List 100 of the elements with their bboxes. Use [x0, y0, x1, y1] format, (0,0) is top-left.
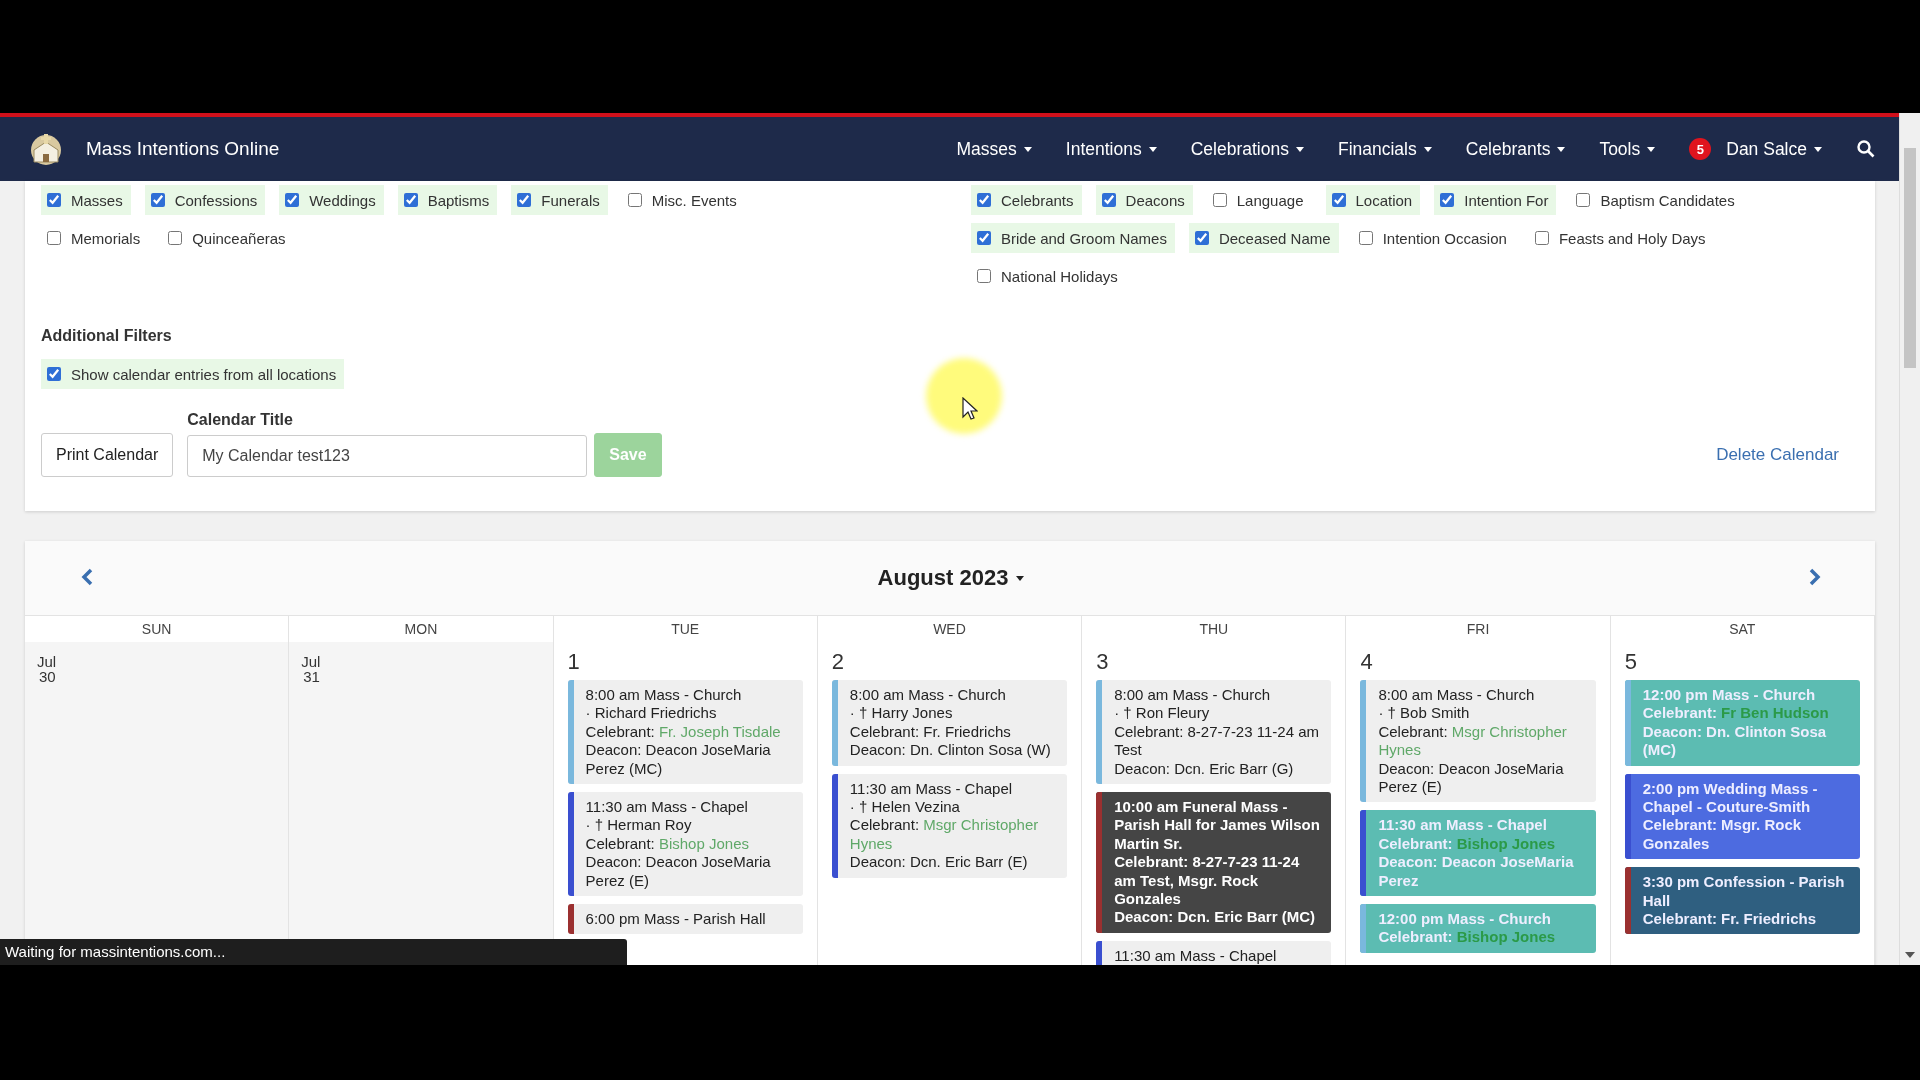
event-line: · † Herman Roy: [585, 816, 693, 835]
event-line: · † Ron Fleury: [1114, 704, 1211, 723]
checkbox[interactable]: [168, 231, 183, 245]
event-line: Celebrant: Fr. Joseph Tisdale: [585, 722, 782, 742]
checkbox-label: Deceased Name: [1218, 229, 1331, 247]
event-line: Celebrant: Fr. Friedrichs: [849, 722, 1012, 742]
checkbox[interactable]: [977, 193, 991, 207]
checkbox[interactable]: [977, 231, 991, 245]
checkbox[interactable]: [47, 231, 61, 245]
nav-menu[interactable]: Masses: [939, 129, 1049, 169]
calendar-event[interactable]: 11:30 am Mass - Chapel · † Helen Vezina Celebrant: Msgr Christopher Hynes Deacon: Dcn. Eric Barr (E): [831, 773, 1068, 878]
event-line: Celebrant: Fr. Friedrichs: [1642, 910, 1818, 929]
delete-link[interactable]: Delete Calendar: [1716, 445, 1839, 465]
calendar-event[interactable]: 8:00 am Mass - Church · Richard Friedrichs Celebrant: Fr. Joseph Tisdale Deacon: Deacon JoseMaria Perez (MC): [567, 680, 803, 785]
checkbox[interactable]: [1194, 231, 1209, 245]
caret-icon: [1814, 146, 1822, 152]
nav-menu[interactable]: Financials: [1320, 129, 1449, 169]
caret-icon: [1023, 146, 1032, 152]
notification-badge: 5: [1689, 138, 1712, 160]
checkbox[interactable]: [150, 193, 165, 207]
month-label: Jul: [37, 654, 57, 669]
nav-menu[interactable]: Tools: [1582, 129, 1673, 169]
checkbox-label: Language: [1236, 191, 1304, 209]
event-line: 11:30 am Mass - Chapel: [1114, 946, 1277, 965]
status-bar: Waiting for massintentions.com...: [0, 939, 627, 965]
calendar-event[interactable]: 8:00 am Mass - Church · † Bob Smith Celebrant: Msgr Christopher Hynes Deacon: Deacon JoseMaria Perez (E): [1360, 680, 1596, 803]
event-line: 11:30 am Mass - Chapel: [849, 779, 1014, 799]
scroll-down-arrow-icon[interactable]: [1905, 951, 1915, 959]
checkbox-label: Weddings: [309, 191, 376, 209]
calendar-event[interactable]: 6:00 pm Mass - Parish Hall: [567, 904, 803, 935]
event-line: 8:00 am Mass - Church: [1114, 686, 1272, 705]
checkbox[interactable]: [1101, 193, 1116, 207]
calendar-event[interactable]: 2:00 pm Wedding Mass - Chapel - Couture-Smith Celebrant: Msgr. Rock Gonzales: [1624, 773, 1860, 860]
day-number: 1: [567, 652, 580, 672]
user-menu[interactable]: 5 Dan Salce: [1672, 129, 1839, 169]
event-line: Celebrant: 8-27-7-23 11-24 am Test: [1114, 722, 1320, 760]
checkbox-label: Intention For: [1464, 191, 1549, 209]
day-number: 4: [1360, 652, 1373, 672]
weekday-header: TUE: [553, 615, 818, 642]
weekday-header: WED: [817, 615, 1083, 642]
day-number: 5: [1624, 652, 1637, 672]
event-line: Deacon: Deacon JoseMaria Perez (MC): [585, 741, 772, 779]
checkbox-label: Deacons: [1125, 191, 1185, 209]
calendar-title-field[interactable]: My Calendar test123: [187, 435, 588, 477]
checkbox[interactable]: [1331, 193, 1346, 207]
calendar-event[interactable]: 10:00 am Funeral Mass - Parish Hall for James Wilson Martin Sr. Celebrant: 8-27-7-23 11-24 am Test, Msgr. Rock Gonzales Deacon: Dcn. Eric Barr (MC): [1096, 792, 1332, 933]
event-line: 2:00 pm Wedding Mass - Chapel - Couture-Smith: [1642, 779, 1819, 817]
weekday-header: THU: [1082, 615, 1347, 642]
day-number: 31: [302, 669, 320, 684]
event-line: 8:00 am Mass - Church: [849, 686, 1007, 705]
brand-title[interactable]: Mass Intentions Online: [86, 138, 940, 160]
checkbox[interactable]: [1576, 193, 1591, 207]
scrollbar-thumb[interactable]: [1904, 148, 1916, 368]
calendar-event[interactable]: 8:00 am Mass - Church · † Ron Fleury Celebrant: 8-27-7-23 11-24 am Test Deacon: Dcn. Eric Barr (G): [1096, 680, 1332, 785]
month-title[interactable]: August 2023: [873, 561, 1029, 595]
nav-menu[interactable]: Celebrations: [1173, 129, 1321, 169]
event-line: Celebrant: Msgr. Rock Gonzales: [1642, 816, 1803, 854]
checkbox[interactable]: [403, 193, 418, 207]
checkbox[interactable]: [47, 193, 61, 207]
checkbox[interactable]: [1212, 193, 1227, 207]
checkbox[interactable]: [517, 193, 532, 207]
weekday-header: FRI: [1346, 615, 1611, 642]
checkbox[interactable]: [47, 367, 61, 381]
caret-icon: [1557, 146, 1566, 152]
event-line: 8:00 am Mass - Church: [585, 686, 743, 705]
caret-icon: [1148, 146, 1157, 152]
print-button[interactable]: Print Calendar: [41, 433, 174, 477]
event-line: 8:00 am Mass - Church: [1378, 686, 1536, 705]
checkbox-label: Celebrants: [1001, 191, 1074, 209]
caret-icon: [1295, 146, 1304, 152]
event-line: Celebrant: Bishop Jones: [585, 834, 750, 854]
checkbox[interactable]: [627, 193, 642, 207]
calendar-event[interactable]: 11:30 am Mass - Chapel: [1096, 940, 1332, 965]
event-line: Deacon: Dn. Clinton Sosa (MC): [1642, 722, 1828, 760]
checkbox-label: Confessions: [174, 191, 258, 209]
checkbox-label: Memorials: [71, 229, 141, 247]
calendar-event[interactable]: 8:00 am Mass - Church · † Harry Jones Celebrant: Fr. Friedrichs Deacon: Dn. Clinton Sosa (W): [831, 680, 1068, 766]
checkbox[interactable]: [1358, 231, 1373, 245]
event-line: Deacon: Deacon JoseMaria Perez (E): [585, 853, 772, 891]
cursor-icon: [962, 397, 978, 421]
checkbox-label: Location: [1355, 191, 1413, 209]
nav-menu[interactable]: Intentions: [1048, 129, 1174, 169]
field-label: Calendar Title: [187, 411, 294, 429]
calendar-event[interactable]: 3:30 pm Confession - Parish Hall Celebrant: Fr. Friedrichs: [1624, 867, 1860, 935]
event-line: Deacon: Dcn. Eric Barr (MC): [1114, 908, 1317, 927]
event-line: Celebrant: Fr Ben Hudson: [1642, 704, 1830, 723]
caret-icon: [1016, 575, 1025, 581]
event-line: 6:00 pm Mass - Parish Hall: [585, 910, 766, 929]
event-line: 11:30 am Mass - Chapel: [1378, 816, 1548, 835]
checkbox[interactable]: [285, 193, 300, 207]
checkbox[interactable]: [1440, 193, 1455, 207]
checkbox[interactable]: [1534, 231, 1549, 245]
nav-menu[interactable]: Celebrants: [1448, 129, 1583, 169]
checkbox[interactable]: [977, 269, 991, 283]
event-line: · † Bob Smith: [1378, 704, 1471, 723]
event-line: Celebrant: Bishop Jones: [1378, 928, 1556, 947]
search-icon[interactable]: [1857, 140, 1875, 158]
checkbox-label: Misc. Events: [651, 191, 737, 209]
calendar-event[interactable]: 11:30 am Mass - Chapel · † Herman Roy Celebrant: Bishop Jones Deacon: Deacon JoseMaria Perez (E): [567, 792, 803, 897]
checkbox-label: Baptism Candidates: [1600, 191, 1735, 209]
